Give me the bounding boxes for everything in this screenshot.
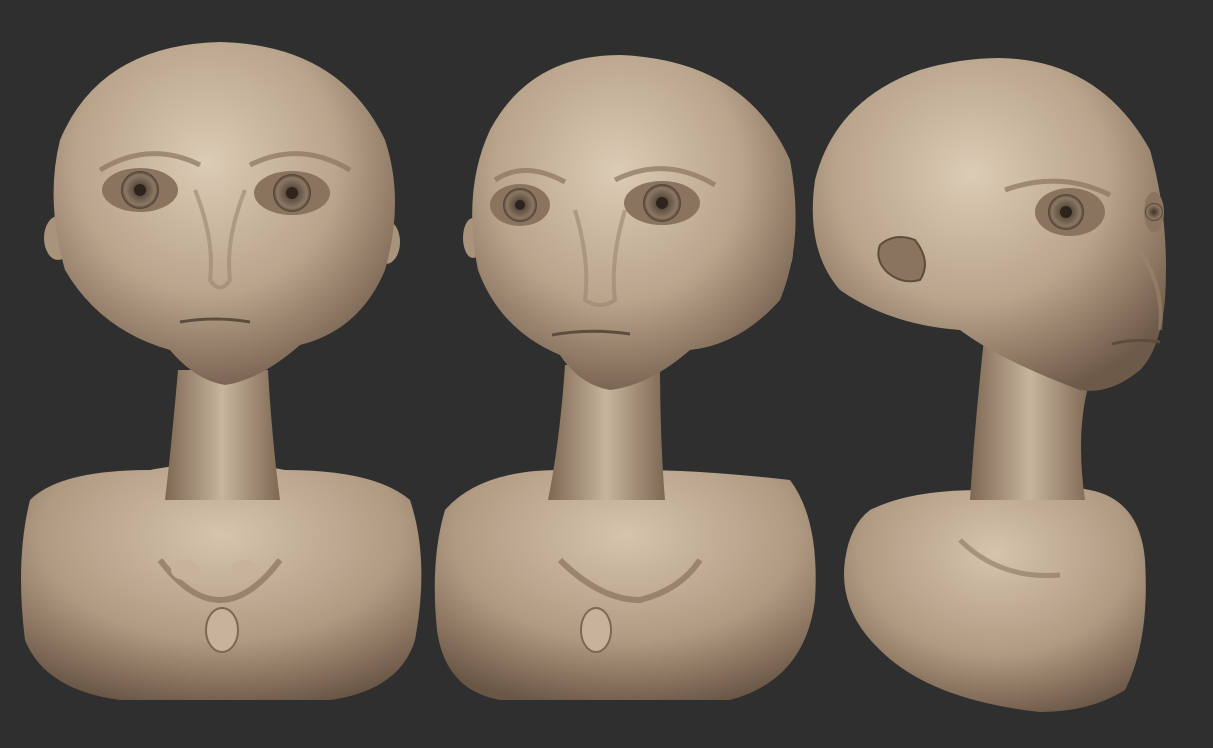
bust-quarter-eye-right <box>624 181 700 225</box>
bust-quarter-eye-left <box>490 184 550 226</box>
render-viewport <box>0 0 1213 748</box>
bust-front-neck <box>165 370 280 500</box>
bust-front-torso <box>21 465 422 700</box>
bust-three-quarter-view <box>434 55 816 700</box>
bust-front-eye-right <box>254 171 330 215</box>
bust-side-head <box>812 58 1166 391</box>
bust-side-eye-left <box>1035 188 1105 236</box>
bust-side-view <box>812 58 1166 712</box>
bust-side-torso <box>844 485 1146 712</box>
bust-front-view <box>21 42 422 700</box>
bust-quarter-torso <box>434 465 816 700</box>
bust-side-eye-right <box>1144 192 1164 232</box>
sculpt-render-canvas <box>21 42 1166 712</box>
bust-front-head <box>53 42 396 385</box>
bust-front-eye-left <box>102 168 178 212</box>
